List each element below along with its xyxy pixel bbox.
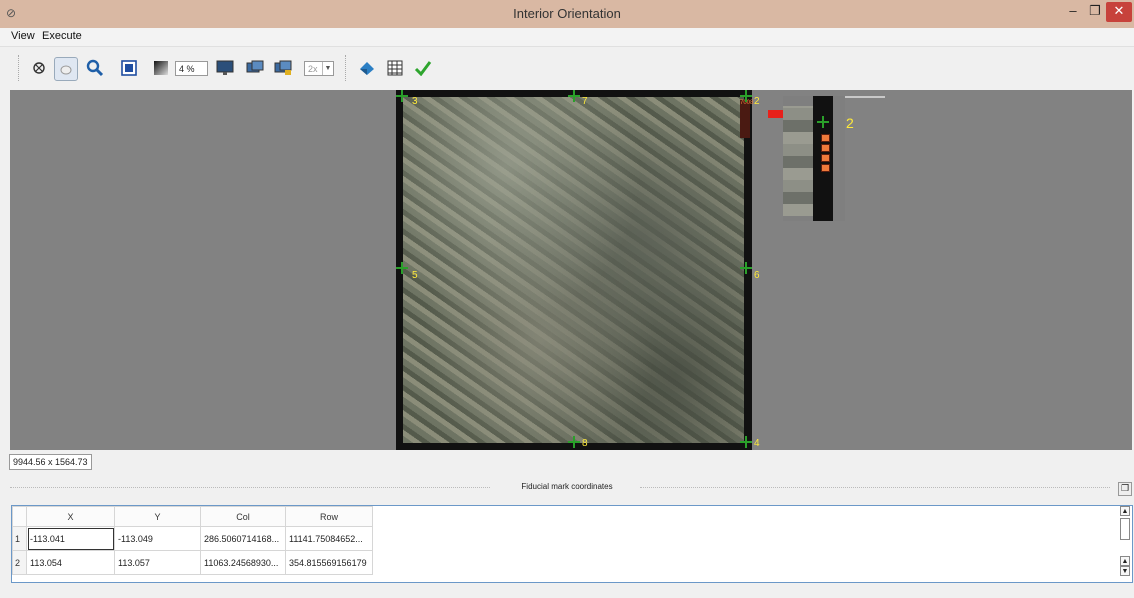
- fit-extent-icon[interactable]: [118, 57, 140, 79]
- cell-x[interactable]: 113.054: [26, 550, 115, 575]
- zoom-percent-field[interactable]: 4 %: [175, 61, 208, 76]
- title-bar: ⊘ Interior Orientation – ❐ ✕: [0, 0, 1134, 29]
- scroll-up-icon[interactable]: ▲: [1120, 556, 1130, 566]
- scroll-thumb[interactable]: [1120, 518, 1130, 540]
- scroll-up-icon[interactable]: ▲: [1120, 506, 1130, 516]
- frame-counter-digit: [821, 134, 830, 142]
- menu-view[interactable]: View: [11, 30, 35, 42]
- frame-counter-digit: [821, 154, 830, 162]
- fiducial-marker-4[interactable]: [740, 436, 752, 448]
- aerial-photo: 7008 3 7 2 5 6 8 4: [396, 90, 760, 450]
- fiducial-label-2: 2: [754, 96, 760, 107]
- fiducial-marker-3[interactable]: [396, 90, 408, 102]
- fiducial-label-4: 4: [754, 438, 760, 449]
- terrain-icon[interactable]: [356, 57, 378, 79]
- checkmark-icon[interactable]: [412, 57, 434, 79]
- dock-title: Fiducial mark coordinates: [521, 482, 613, 491]
- monitor-icon[interactable]: [214, 57, 236, 79]
- cell-row[interactable]: 354.815569156179: [285, 550, 373, 575]
- scroll-down-icon[interactable]: ▼: [1120, 566, 1130, 576]
- cell-x[interactable]: -113.041: [26, 526, 115, 551]
- fiducial-marker-2[interactable]: [740, 90, 752, 102]
- fiducial-marker-5[interactable]: [396, 262, 408, 274]
- screens-lock-icon[interactable]: [272, 57, 294, 79]
- minimize-button[interactable]: –: [1062, 2, 1084, 22]
- column-header-col[interactable]: Col: [200, 506, 286, 527]
- image-viewer[interactable]: 7008 3 7 2 5 6 8 4 2: [10, 90, 1132, 450]
- contrast-icon[interactable]: [150, 57, 172, 79]
- chevron-down-icon: ▼: [322, 62, 333, 75]
- fiducial-label-5: 5: [412, 270, 418, 281]
- dock-title-bar: Fiducial mark coordinates: [0, 482, 1134, 494]
- fiducial-label-3: 3: [412, 96, 418, 107]
- column-header-row[interactable]: Row: [285, 506, 373, 527]
- table-row[interactable]: 2 113.054 113.057 11063.24568930... 354.…: [12, 550, 373, 575]
- screens-icon[interactable]: [244, 57, 266, 79]
- float-dock-button[interactable]: ❐: [1118, 482, 1132, 496]
- frame-counter-digit: [821, 144, 830, 152]
- fiducial-marker-7[interactable]: [568, 90, 580, 102]
- cell-col[interactable]: 286.5060714168...: [200, 526, 286, 551]
- dock-grip-right: [640, 487, 1110, 488]
- cell-col[interactable]: 11063.24568930...: [200, 550, 286, 575]
- menu-execute[interactable]: Execute: [42, 30, 82, 42]
- fiducial-label-6: 6: [754, 270, 760, 281]
- zoom-preview: [783, 96, 845, 221]
- fiducial-marker-8[interactable]: [568, 436, 580, 448]
- zoom-icon[interactable]: [84, 57, 106, 79]
- cell-row[interactable]: 11141.75084652...: [285, 526, 373, 551]
- row-number[interactable]: 1: [12, 526, 27, 551]
- toolbar: 4 % 2x ▼: [0, 47, 1134, 87]
- table-icon[interactable]: [384, 57, 406, 79]
- cursor-coordinates: 9944.56 x 1564.73: [9, 454, 92, 470]
- move-icon[interactable]: [28, 57, 50, 79]
- dock-grip-left: [10, 487, 490, 488]
- select-tool-icon[interactable]: [54, 57, 78, 81]
- cell-y[interactable]: 113.057: [114, 550, 201, 575]
- scale-combo-value: 2x: [308, 64, 318, 74]
- fiducial-label-8: 8: [582, 438, 588, 449]
- window-title: Interior Orientation: [513, 6, 621, 21]
- zoom-fiducial-label: 2: [846, 115, 854, 131]
- table-scrollbar[interactable]: ▲ ▲ ▼: [1120, 506, 1130, 582]
- row-number[interactable]: 2: [12, 550, 27, 575]
- fiducial-table: X Y Col Row 1 -113.041 -113.049 286.5060…: [11, 505, 1133, 583]
- scale-combo[interactable]: 2x ▼: [304, 61, 334, 76]
- table-row[interactable]: 1 -113.041 -113.049 286.5060714168... 11…: [12, 526, 373, 551]
- fiducial-marker-6[interactable]: [740, 262, 752, 274]
- zoom-preview-image: [783, 106, 815, 216]
- fiducial-label-7: 7: [582, 96, 588, 107]
- table-header-row: X Y Col Row: [12, 506, 373, 527]
- corner-header: [12, 506, 27, 527]
- toolbar-grip: [18, 55, 21, 81]
- zoom-crosshair: [817, 116, 829, 128]
- close-button[interactable]: ✕: [1106, 2, 1132, 22]
- frame-counter: 7008: [740, 100, 753, 138]
- photo-image: [403, 97, 744, 443]
- frame-counter-digit: [821, 164, 830, 172]
- column-header-x[interactable]: X: [26, 506, 115, 527]
- column-header-y[interactable]: Y: [114, 506, 201, 527]
- maximize-button[interactable]: ❐: [1084, 2, 1106, 22]
- toolbar-separator: [345, 55, 348, 81]
- zoom-indicator-line: [845, 96, 885, 98]
- cell-y[interactable]: -113.049: [114, 526, 201, 551]
- menu-bar: View Execute: [0, 28, 1134, 47]
